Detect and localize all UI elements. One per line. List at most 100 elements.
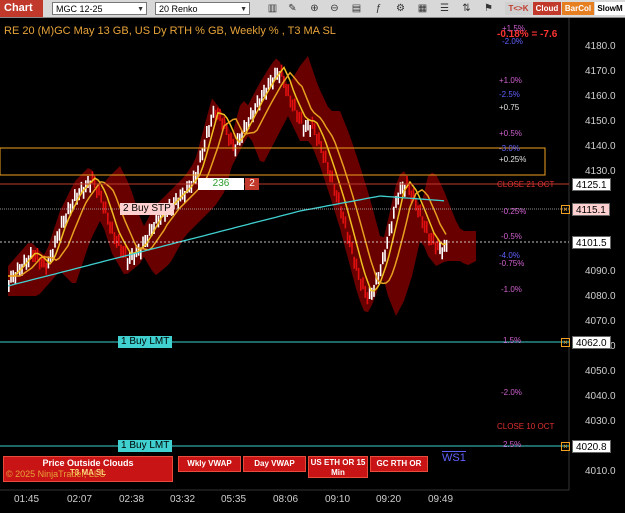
tk-button[interactable]: T<>K — [505, 2, 532, 15]
drawing-tool-icon[interactable]: ✎ — [286, 2, 299, 15]
renko-brick — [351, 242, 353, 255]
barcol-button[interactable]: BarCol — [562, 2, 594, 15]
renko-brick — [327, 162, 329, 175]
level-label: -3.0% — [499, 144, 520, 153]
renko-brick — [349, 235, 351, 248]
renko-brick — [313, 123, 316, 136]
renko-brick — [285, 84, 287, 97]
renko-brick — [206, 126, 208, 138]
x-tick: 02:07 — [67, 494, 93, 505]
renko-brick — [188, 180, 190, 193]
renko-brick — [294, 98, 296, 111]
renko-brick — [201, 148, 204, 161]
renko-brick — [120, 244, 122, 257]
indicators-icon[interactable]: ƒ — [372, 2, 385, 15]
renko-brick — [58, 228, 61, 241]
buy-lmt-order-1[interactable]: 1 Buy LMT — [118, 336, 173, 348]
renko-brick — [362, 277, 364, 290]
renko-brick — [366, 292, 369, 305]
level-label: -0.25% — [501, 207, 527, 216]
zoom-out-icon[interactable]: ⊖ — [328, 2, 341, 15]
instrument-selector[interactable]: MGC 12-25 ▼ — [52, 2, 147, 15]
chart-tab[interactable]: Chart — [0, 0, 43, 17]
chart-toolbar: Chart MGC 12-25 ▼ 20 Renko ▼ ▥ ✎ ⊕ ⊖ ▤ ƒ… — [0, 0, 625, 18]
x-tick: 08:06 — [273, 494, 299, 505]
renko-brick — [267, 77, 270, 90]
cancel-order-icon[interactable]: × — [561, 442, 570, 451]
renko-brick — [355, 258, 358, 271]
properties-icon[interactable]: ☰ — [438, 2, 451, 15]
gc-rth-or-button[interactable]: GC RTH OR — [370, 456, 428, 472]
bar-type-label: 20 Renko — [159, 4, 198, 14]
renko-brick — [49, 249, 52, 262]
renko-brick — [423, 220, 426, 233]
renko-brick — [333, 183, 336, 196]
renko-brick — [102, 201, 105, 214]
renko-brick — [210, 114, 212, 127]
renko-brick — [232, 138, 234, 151]
renko-brick — [344, 216, 347, 229]
x-tick: 09:10 — [325, 494, 351, 505]
templates-icon[interactable]: ▦ — [416, 2, 429, 15]
us-eth-or-button[interactable]: US ETH OR 15 Min — [308, 456, 368, 478]
zoom-in-icon[interactable]: ⊕ — [308, 2, 321, 15]
x-tick: 09:49 — [428, 494, 454, 505]
day-vwap-button[interactable]: Day VWAP — [243, 456, 306, 472]
renko-brick — [148, 223, 151, 236]
renko-brick — [329, 170, 331, 183]
renko-brick — [263, 84, 265, 97]
level-label: CLOSE 21 OCT — [497, 180, 555, 189]
renko-brick — [309, 125, 311, 137]
renko-brick — [296, 110, 298, 123]
renko-brick — [287, 84, 289, 97]
level-label: +0.5% — [499, 129, 522, 138]
renko-brick — [335, 190, 338, 203]
y-tick: 4010.0 — [585, 466, 616, 477]
y-tick: 4140.0 — [585, 141, 616, 152]
bar-chart-icon[interactable]: ▥ — [266, 2, 279, 15]
renko-brick — [360, 278, 362, 291]
position-count-label[interactable]: 2 — [245, 178, 259, 190]
renko-brick — [74, 189, 76, 202]
data-box-icon[interactable]: ▤ — [350, 2, 363, 15]
x-tick: 09:20 — [376, 494, 402, 505]
cloud-button[interactable]: Cloud — [533, 2, 561, 15]
strategies-icon[interactable]: ⚙ — [394, 2, 407, 15]
wkly-vwap-button[interactable]: Wkly VWAP — [178, 456, 241, 472]
position-qty-label[interactable]: 236 — [198, 178, 244, 190]
renko-brick — [417, 205, 419, 218]
slowm-button[interactable]: SlowM — [595, 2, 625, 15]
renko-brick — [118, 234, 120, 246]
cancel-order-icon[interactable]: × — [561, 338, 570, 347]
renko-brick — [199, 150, 201, 163]
link-icon[interactable]: ⚑ — [482, 2, 495, 15]
bar-type-selector[interactable]: 20 Renko ▼ — [155, 2, 250, 15]
renko-brick — [388, 223, 391, 236]
buy-stp-order[interactable]: 2 Buy STP — [120, 203, 174, 215]
renko-brick — [390, 221, 393, 234]
buy-lmt-order-2[interactable]: 1 Buy LMT — [118, 440, 173, 452]
chevron-down-icon: ▼ — [240, 6, 247, 13]
panel-main-label: Price Outside Clouds — [42, 458, 134, 468]
chart-trader-icon[interactable]: ⇅ — [460, 2, 473, 15]
renko-brick — [419, 204, 421, 217]
renko-brick — [430, 233, 432, 245]
renko-brick — [342, 211, 344, 224]
renko-brick — [67, 202, 69, 215]
level-label: +1.0% — [499, 76, 522, 85]
chart-plot-area[interactable] — [0, 18, 625, 513]
price-tag-buy-lmt-1: 4062.0 — [572, 336, 611, 349]
renko-brick — [434, 242, 437, 255]
y-tick: 4070.0 — [585, 316, 616, 327]
renko-brick — [338, 192, 340, 205]
renko-brick — [291, 99, 294, 112]
ws1-label: WS1 — [442, 451, 466, 464]
renko-brick — [203, 139, 206, 152]
level-label: -1.0% — [501, 285, 522, 294]
x-tick: 03:32 — [170, 494, 196, 505]
price-tag-last: 4101.5 — [572, 236, 611, 249]
renko-brick — [302, 124, 305, 137]
renko-brick — [126, 258, 129, 271]
cancel-order-icon[interactable]: × — [561, 205, 570, 214]
level-label: -0.75% — [499, 259, 525, 268]
